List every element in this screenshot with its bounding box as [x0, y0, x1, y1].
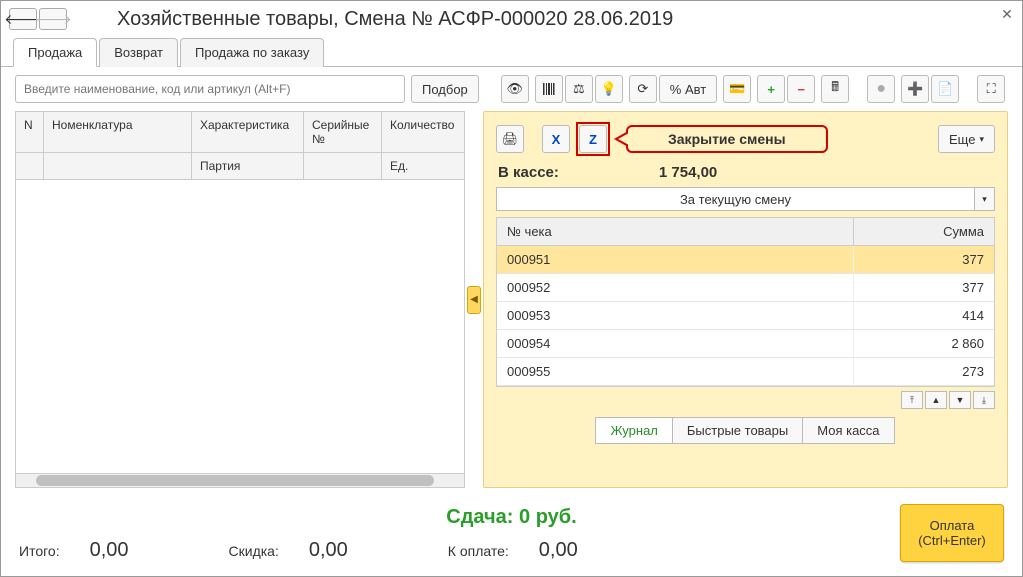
content: N Номенклатура Характеристика Серийные №… — [1, 111, 1022, 496]
toolbar: Подбор 👁 ⚖ 💡 % Авт 💳 + − 🖩 ● ➕ 📄 ⛶ — [1, 67, 1022, 111]
main-tabs: Продажа Возврат Продажа по заказу — [1, 37, 1022, 67]
tab-order[interactable]: Продажа по заказу — [180, 38, 324, 67]
col-unit: Ед. — [382, 153, 464, 179]
bottom-tabs: Журнал Быстрые товары Моя касса — [496, 417, 995, 444]
callout-close-shift: Закрытие смены — [626, 125, 828, 153]
col-party: Партия — [192, 153, 304, 179]
nav-down[interactable]: ▼ — [949, 391, 971, 409]
topay-value: 0,00 — [539, 539, 578, 562]
total-value: 0,00 — [90, 539, 129, 562]
col-n: N — [16, 112, 44, 152]
calc-icon[interactable]: 🖩 — [821, 75, 849, 103]
podbor-button[interactable]: Подбор — [411, 75, 479, 103]
items-body[interactable] — [16, 180, 464, 473]
items-table: N Номенклатура Характеристика Серийные №… — [15, 111, 465, 488]
expand-icon[interactable]: ⛶ — [977, 75, 1005, 103]
print-icon[interactable]: 🖨 — [496, 125, 524, 153]
more-button[interactable]: Еще ▾ — [938, 125, 995, 153]
cancel-icon[interactable]: ● — [867, 75, 895, 103]
x-report-button[interactable]: X — [542, 125, 570, 153]
collapse-toggle[interactable]: ◀ — [467, 286, 481, 314]
app-window: 🡐 🡒 Хозяйственные товары, Смена № АСФР-0… — [0, 0, 1023, 577]
pane-divider: ◀ — [465, 111, 483, 488]
col-receipt-sum: Сумма — [854, 218, 994, 245]
refresh-icon[interactable] — [629, 75, 657, 103]
period-select[interactable]: За текущую смену ▾ — [496, 187, 995, 211]
scale-icon[interactable]: ⚖ — [565, 75, 593, 103]
btab-quick[interactable]: Быстрые товары — [672, 417, 803, 444]
window-title: Хозяйственные товары, Смена № АСФР-00002… — [117, 8, 673, 31]
cash-label: В кассе: — [498, 164, 559, 181]
receipts-table: № чека Сумма 000951377000952377000953414… — [496, 217, 995, 387]
btab-mycash[interactable]: Моя касса — [802, 417, 894, 444]
view-icon[interactable]: 👁 — [501, 75, 529, 103]
period-dropdown-icon[interactable]: ▾ — [975, 187, 995, 211]
z-report-button[interactable]: Z — [579, 125, 607, 153]
pay-button[interactable]: Оплата (Ctrl+Enter) — [900, 504, 1004, 562]
table-row[interactable]: 000952377 — [497, 274, 994, 302]
titlebar: 🡐 🡒 Хозяйственные товары, Смена № АСФР-0… — [1, 1, 1022, 37]
col-nomenclature: Номенклатура — [44, 112, 192, 152]
period-value: За текущую смену — [496, 187, 975, 211]
search-input[interactable] — [15, 75, 405, 103]
change-text: Сдача: 0 руб. — [19, 506, 1004, 529]
col-serial: Серийные № — [304, 112, 382, 152]
barcode-icon[interactable] — [535, 75, 563, 103]
stamp-icon[interactable]: 💡 — [595, 75, 623, 103]
footer: Сдача: 0 руб. Итого: 0,00 Скидка: 0,00 К… — [1, 496, 1022, 576]
col-receipt-num: № чека — [497, 218, 854, 245]
tab-sale[interactable]: Продажа — [13, 38, 97, 67]
table-row[interactable]: 000955273 — [497, 358, 994, 386]
table-nav: ⤒ ▲ ▼ ⤓ — [496, 391, 995, 409]
cash-panel: 🖨 X Z Закрытие смены Еще ▾ В кассе: 1 75… — [483, 111, 1008, 488]
col-characteristic: Характеристика — [192, 112, 304, 152]
plus-button[interactable]: + — [757, 75, 785, 103]
pct-avt-button[interactable]: % Авт — [659, 75, 717, 103]
table-row[interactable]: 000953414 — [497, 302, 994, 330]
forward-button[interactable]: 🡒 — [39, 8, 67, 30]
total-label: Итого: — [19, 543, 60, 559]
cash-value: 1 754,00 — [659, 164, 717, 181]
tab-return[interactable]: Возврат — [99, 38, 178, 67]
nav-up[interactable]: ▲ — [925, 391, 947, 409]
table-row[interactable]: 0009542 860 — [497, 330, 994, 358]
table-row[interactable]: 000951377 — [497, 246, 994, 274]
nav-first[interactable]: ⤒ — [901, 391, 923, 409]
discount-label: Скидка: — [229, 543, 279, 559]
col-qty: Количество — [382, 112, 464, 152]
h-scrollbar[interactable] — [16, 473, 464, 487]
doc-icon[interactable]: 📄 — [931, 75, 959, 103]
back-button[interactable]: 🡐 — [9, 8, 37, 30]
add-icon[interactable]: ➕ — [901, 75, 929, 103]
card-icon[interactable]: 💳 — [723, 75, 751, 103]
btab-journal[interactable]: Журнал — [595, 417, 672, 444]
topay-label: К оплате: — [448, 543, 509, 559]
close-button[interactable]: ✕ — [998, 5, 1016, 23]
discount-value: 0,00 — [309, 539, 348, 562]
nav-last[interactable]: ⤓ — [973, 391, 995, 409]
minus-button[interactable]: − — [787, 75, 815, 103]
